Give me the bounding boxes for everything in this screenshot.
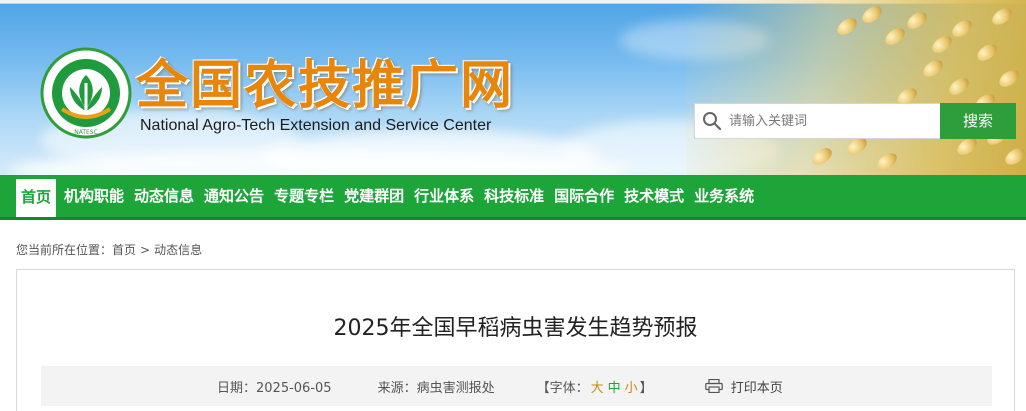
date-label: 日期：	[217, 380, 257, 396]
breadcrumb-prefix: 您当前所在位置：	[16, 243, 113, 257]
nav-item-party[interactable]: 党建群团	[339, 175, 409, 217]
article-meta-bar: 日期：2025-06-05 来源：病虫害测报处 【字体：大中小】 打印本页	[41, 366, 992, 406]
print-label: 打印本页	[730, 380, 783, 396]
font-close: 】	[639, 380, 653, 396]
search-button[interactable]: 搜索	[940, 103, 1016, 139]
main-nav: 首页 机构职能 动态信息 通知公告 专题专栏 党建群团 行业体系 科技标准 国际…	[0, 175, 1026, 220]
search-input[interactable]	[729, 106, 929, 136]
search-icon	[695, 104, 729, 138]
nav-item-tech-models[interactable]: 技术模式	[619, 175, 689, 217]
article-title: 2025年全国早稻病虫害发生趋势预报	[333, 316, 698, 341]
nav-item-international[interactable]: 国际合作	[549, 175, 619, 217]
font-label: 【字体：	[536, 380, 589, 396]
nav-item-topics[interactable]: 专题专栏	[269, 175, 339, 217]
font-medium-link[interactable]: 中	[606, 381, 623, 396]
font-small-link[interactable]: 小	[623, 381, 640, 396]
nav-item-standards[interactable]: 科技标准	[479, 175, 549, 217]
site-subtitle: National Agro-Tech Extension and Service…	[140, 117, 492, 134]
nav-item-notices[interactable]: 通知公告	[199, 175, 269, 217]
header-banner: NATESC 全国农技推广网 National Agro-Tech Extens…	[0, 0, 1026, 175]
natesc-emblem-icon: NATESC	[40, 47, 132, 139]
nav-item-industry[interactable]: 行业体系	[409, 175, 479, 217]
nav-item-home[interactable]: 首页	[16, 179, 57, 217]
rice-grain-background	[686, 0, 1026, 175]
nav-item-systems[interactable]: 业务系统	[689, 175, 759, 217]
breadcrumb: 您当前所在位置：首页 > 动态信息	[16, 240, 202, 260]
print-button[interactable]: 打印本页	[704, 377, 783, 396]
logo-ring-text-en: NATESC	[74, 129, 98, 136]
site-title: 全国农技推广网	[136, 55, 515, 116]
source-value: 病虫害测报处	[416, 380, 495, 396]
breadcrumb-home-link[interactable]: 首页	[112, 243, 136, 257]
article-panel: 2025年全国早稻病虫害发生趋势预报 日期：2025-06-05 来源：病虫害测…	[16, 269, 1015, 411]
article-source: 来源：病虫害测报处	[378, 377, 495, 396]
nav-item-news[interactable]: 动态信息	[129, 175, 199, 217]
printer-icon	[704, 379, 723, 393]
date-value: 2025-06-05	[256, 380, 332, 396]
search-box	[694, 103, 940, 139]
article-date: 日期：2025-06-05	[217, 377, 332, 396]
font-large-link[interactable]: 大	[589, 381, 606, 396]
nav-item-functions[interactable]: 机构职能	[59, 175, 129, 217]
font-size-switcher: 【字体：大中小】	[537, 377, 653, 396]
source-label: 来源：	[377, 380, 417, 396]
breadcrumb-separator: >	[140, 243, 151, 257]
breadcrumb-current-link[interactable]: 动态信息	[154, 243, 202, 257]
